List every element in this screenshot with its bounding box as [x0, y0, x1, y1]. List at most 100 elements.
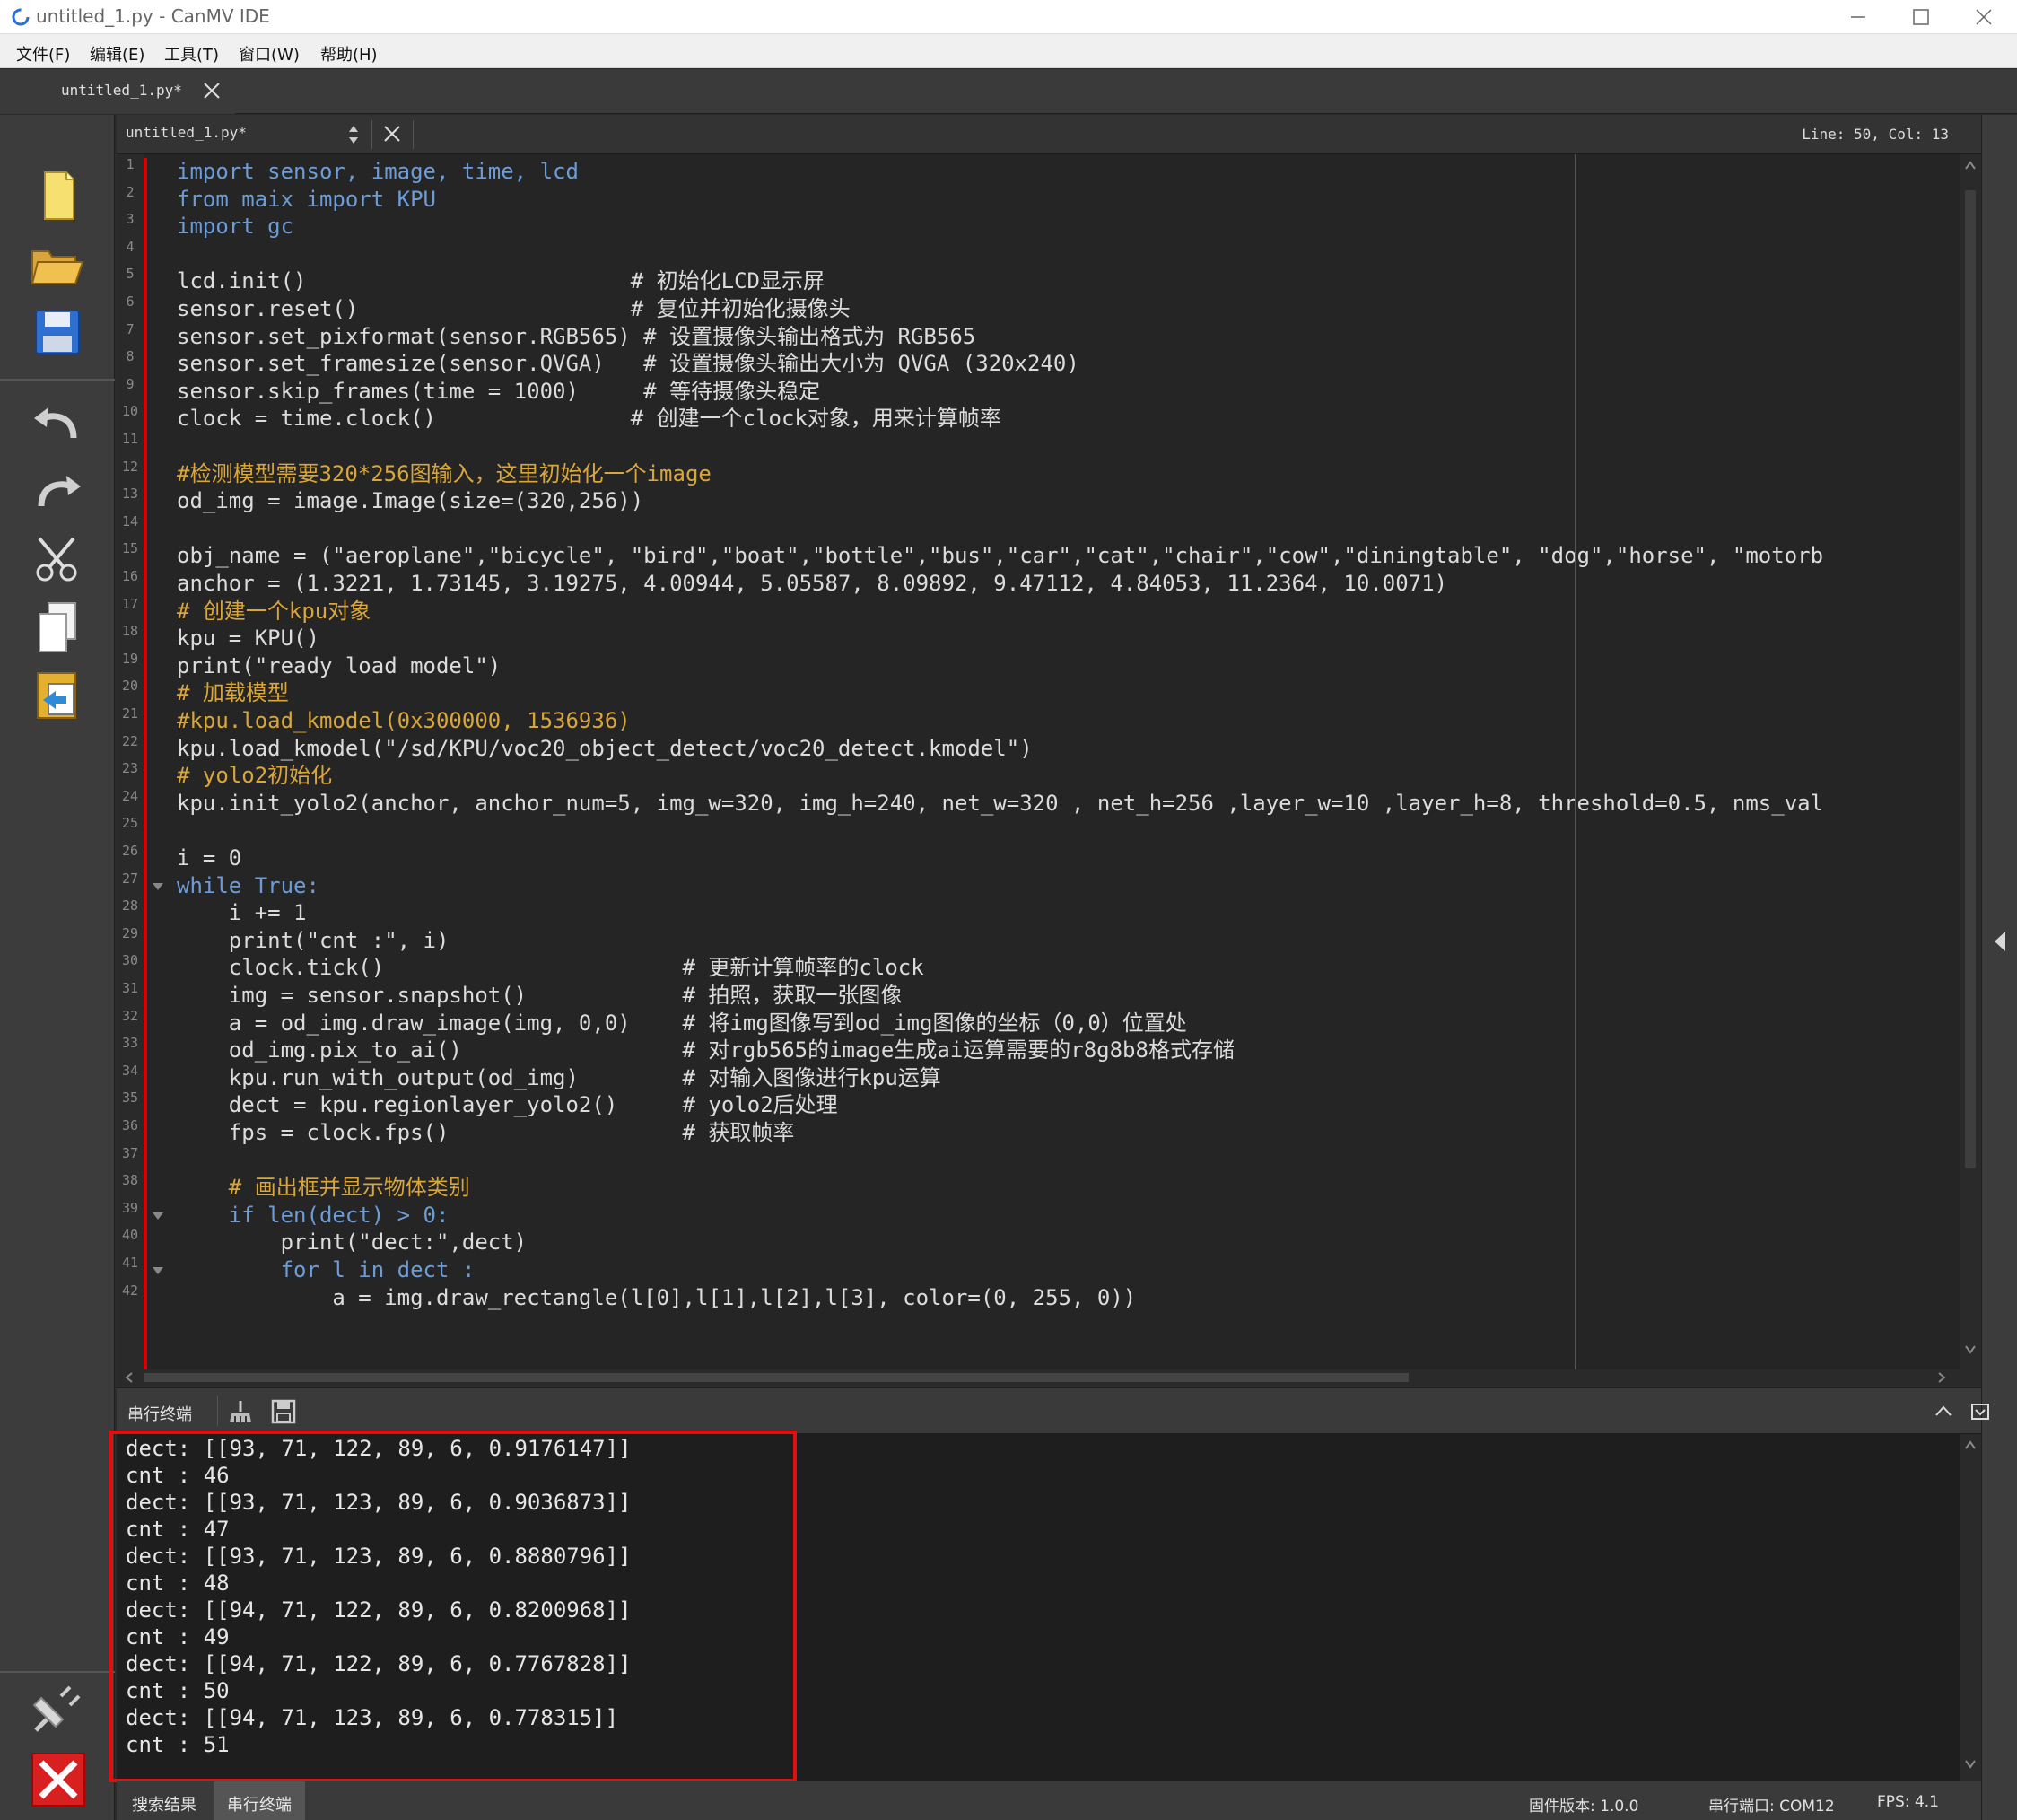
fold-arrow-icon[interactable]: [153, 1212, 163, 1220]
save-button[interactable]: [25, 302, 90, 363]
code-line[interactable]: # 加载模型: [177, 679, 289, 706]
dropdown-arrows-icon[interactable]: [346, 122, 361, 147]
close-tab-icon[interactable]: [203, 82, 221, 100]
serial-terminal[interactable]: dect: [[93, 71, 122, 89, 6, 0.9176147]] c…: [109, 1431, 1981, 1782]
save-log-icon[interactable]: [271, 1399, 296, 1424]
left-toolbar: [0, 115, 115, 1820]
code-line[interactable]: od_img.pix_to_ai() # 对rgb565的image生成ai运算…: [177, 1037, 1235, 1063]
editor-horizontal-scrollbar[interactable]: [117, 1369, 1981, 1386]
line-number: 32: [121, 1007, 139, 1024]
code-line[interactable]: a = od_img.draw_image(img, 0,0) # 将img图像…: [177, 1010, 1187, 1037]
code-text[interactable]: import sensor, image, time, lcd from maix…: [177, 154, 1953, 1375]
code-line[interactable]: sensor.reset() # 复位并初始化摄像头: [177, 295, 851, 322]
terminal-scrollbar[interactable]: [1960, 1434, 1981, 1781]
code-line[interactable]: import gc: [177, 213, 293, 240]
menu-edit[interactable]: 编辑(E): [90, 42, 144, 66]
expand-panel-icon[interactable]: [1991, 930, 2007, 953]
scroll-right-icon[interactable]: [1936, 1372, 1947, 1383]
code-line[interactable]: for l in dect :: [177, 1256, 476, 1283]
fold-arrow-icon[interactable]: [153, 1267, 163, 1274]
code-line[interactable]: clock.tick() # 更新计算帧率的clock: [177, 954, 924, 981]
line-number: 21: [121, 705, 139, 722]
editor-vertical-scrollbar[interactable]: [1960, 154, 1981, 1375]
line-number: 26: [121, 843, 139, 859]
menu-file[interactable]: 文件(F): [16, 42, 70, 66]
cut-icon: [36, 537, 77, 582]
code-line[interactable]: i += 1: [177, 899, 307, 926]
tab-search-results[interactable]: 搜索结果: [117, 1781, 212, 1820]
tab-untitled-1[interactable]: untitled_1.py*: [0, 69, 235, 114]
code-line[interactable]: kpu.init_yolo2(anchor, anchor_num=5, img…: [177, 790, 1823, 817]
maximize-button[interactable]: [1890, 0, 1952, 34]
scroll-up-icon[interactable]: [1964, 160, 1977, 171]
clear-terminal-icon[interactable]: [228, 1399, 255, 1424]
code-line[interactable]: print("dect:",dect): [177, 1229, 528, 1256]
code-line[interactable]: from maix import KPU: [177, 186, 436, 213]
code-line[interactable]: print("cnt :", i): [177, 927, 450, 954]
code-line[interactable]: lcd.init() # 初始化LCD显示屏: [177, 267, 825, 294]
close-window-button[interactable]: [1952, 0, 2015, 34]
code-line[interactable]: #检测模型需要320*256图输入，这里初始化一个image: [177, 460, 712, 487]
editor-header: untitled_1.py* Line: 50, Col: 13: [117, 115, 1981, 154]
collapse-up-icon[interactable]: [1934, 1404, 1952, 1417]
line-number: 19: [121, 650, 139, 667]
code-line[interactable]: a = img.draw_rectangle(l[0],l[1],l[2],l[…: [177, 1284, 1136, 1311]
code-line[interactable]: while True:: [177, 872, 319, 899]
code-line[interactable]: clock = time.clock() # 创建一个clock对象，用来计算帧…: [177, 405, 1001, 432]
cut-button[interactable]: [25, 529, 90, 591]
header-separator: [413, 120, 414, 149]
close-document-icon[interactable]: [382, 124, 402, 144]
paste-button[interactable]: [25, 664, 90, 725]
code-line[interactable]: #kpu.load_kmodel(0x300000, 1536936): [177, 707, 631, 734]
code-line[interactable]: # yolo2初始化: [177, 762, 332, 789]
code-line[interactable]: fps = clock.fps() # 获取帧率: [177, 1119, 795, 1146]
code-line[interactable]: dect = kpu.regionlayer_yolo2() # yolo2后处…: [177, 1091, 838, 1118]
right-panel-strip: [1981, 115, 2017, 1820]
code-line[interactable]: i = 0: [177, 844, 241, 871]
code-line[interactable]: sensor.set_pixformat(sensor.RGB565) # 设置…: [177, 323, 975, 350]
code-editor[interactable]: 1 2 3 4 5 6 7 8 9 10 11 12 13 14 15 16 17 18 19 20 21 22 23 24 2…: [117, 154, 1981, 1375]
code-line[interactable]: # 画出框并显示物体类别: [177, 1174, 470, 1201]
code-line[interactable]: kpu = KPU(): [177, 625, 319, 652]
file-selector[interactable]: untitled_1.py*: [126, 124, 247, 141]
copy-button[interactable]: [25, 598, 90, 659]
line-number: 24: [121, 787, 139, 804]
cursor-position: Line: 50, Col: 13: [1802, 126, 1949, 143]
code-line[interactable]: sensor.skip_frames(time = 1000) # 等待摄像头稳…: [177, 378, 820, 405]
code-line[interactable]: kpu.run_with_output(od_img) # 对输入图像进行kpu…: [177, 1064, 941, 1091]
code-line[interactable]: obj_name = ("aeroplane","bicycle", "bird…: [177, 542, 1823, 569]
maximize-panel-icon[interactable]: [1970, 1403, 1990, 1421]
minimize-button[interactable]: [1827, 0, 1890, 34]
menu-window[interactable]: 窗口(W): [239, 42, 300, 66]
code-line[interactable]: sensor.set_framesize(sensor.QVGA) # 设置摄像…: [177, 350, 1079, 377]
menu-tools[interactable]: 工具(T): [164, 42, 219, 66]
code-line[interactable]: kpu.load_kmodel("/sd/KPU/voc20_object_de…: [177, 735, 1033, 762]
redo-button[interactable]: [25, 461, 90, 522]
open-file-button[interactable]: [25, 233, 90, 294]
undo-button[interactable]: [25, 393, 90, 454]
code-line[interactable]: print("ready load model"): [177, 652, 501, 679]
code-line[interactable]: # 创建一个kpu对象: [177, 598, 371, 625]
menu-help[interactable]: 帮助(H): [320, 42, 378, 66]
scroll-up-icon[interactable]: [1964, 1439, 1977, 1450]
code-line[interactable]: import sensor, image, time, lcd: [177, 158, 579, 185]
scroll-down-icon[interactable]: [1964, 1759, 1977, 1770]
new-file-button[interactable]: [25, 165, 90, 226]
terminal-title: 串行终端: [127, 1405, 192, 1424]
hscroll-thumb[interactable]: [144, 1373, 1409, 1382]
code-line[interactable]: img = sensor.snapshot() # 拍照，获取一张图像: [177, 982, 903, 1009]
connect-button[interactable]: [25, 1680, 90, 1741]
scrollbar-thumb[interactable]: [1965, 190, 1976, 1168]
scroll-left-icon[interactable]: [124, 1372, 135, 1383]
scroll-down-icon[interactable]: [1964, 1344, 1977, 1355]
line-number: 29: [121, 924, 139, 941]
code-line[interactable]: if len(dect) > 0:: [177, 1202, 450, 1229]
code-line[interactable]: od_img = image.Image(size=(320,256)): [177, 487, 643, 514]
line-number: 25: [121, 815, 139, 832]
stop-button[interactable]: [25, 1748, 90, 1809]
fold-arrow-icon[interactable]: [153, 882, 163, 890]
code-line[interactable]: anchor = (1.3221, 1.73145, 3.19275, 4.00…: [177, 570, 1447, 597]
header-separator: [217, 1396, 218, 1426]
paste-icon: [37, 672, 76, 719]
tab-serial-terminal[interactable]: 串行终端: [214, 1781, 305, 1820]
